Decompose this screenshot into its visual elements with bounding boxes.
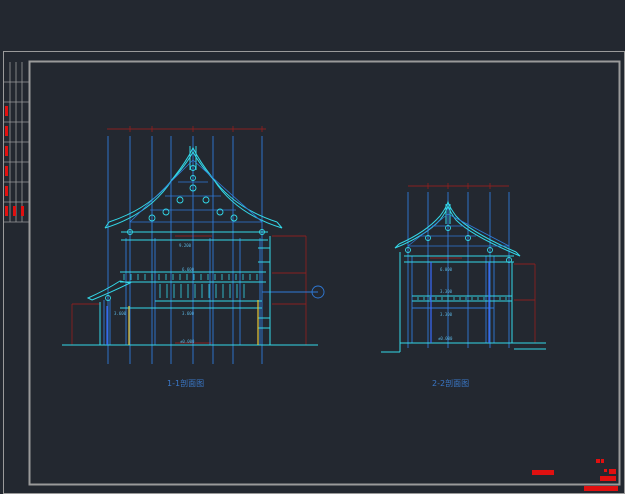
level-mark-7: 3.300 [440, 289, 453, 294]
level-mark-2: 6.600 [182, 267, 195, 272]
section-1-columns [103, 136, 318, 364]
level-mark-6: 6.000 [440, 267, 453, 272]
level-mark-1: 9.200 [179, 243, 192, 248]
drawing-frame [3, 51, 625, 494]
section-1-1-drawing: 9.200 6.600 3.600 ±0.000 3.600 1-1剖面图 [62, 126, 325, 388]
level-mark-3: 3.600 [182, 311, 195, 316]
level-mark-9: ±0.000 [438, 336, 453, 341]
section-1-caption: 1-1剖面图 [167, 378, 204, 388]
level-mark-8: 3.300 [440, 312, 453, 317]
binding-strip [4, 62, 29, 223]
section-2-columns [407, 192, 510, 348]
section-2-2-drawing: 6.000 3.300 3.300 ±0.000 2-2剖面图 [381, 183, 546, 388]
level-mark-5: 3.600 [114, 311, 127, 316]
title-block-marks [532, 459, 618, 491]
section-2-level-texts: 6.000 3.300 3.300 ±0.000 [438, 267, 453, 341]
section-2-brackets [405, 225, 512, 263]
cad-drawing-canvas[interactable]: 9.200 6.600 3.600 ±0.000 3.600 1-1剖面图 6.… [0, 0, 625, 494]
section-1-balustrade [123, 274, 258, 298]
section-2-outline [381, 200, 546, 353]
section-2-caption: 2-2剖面图 [432, 378, 469, 388]
level-mark-4: ±0.000 [180, 339, 195, 344]
section-1-brackets [105, 165, 265, 301]
section-2-dimensions [408, 183, 536, 344]
